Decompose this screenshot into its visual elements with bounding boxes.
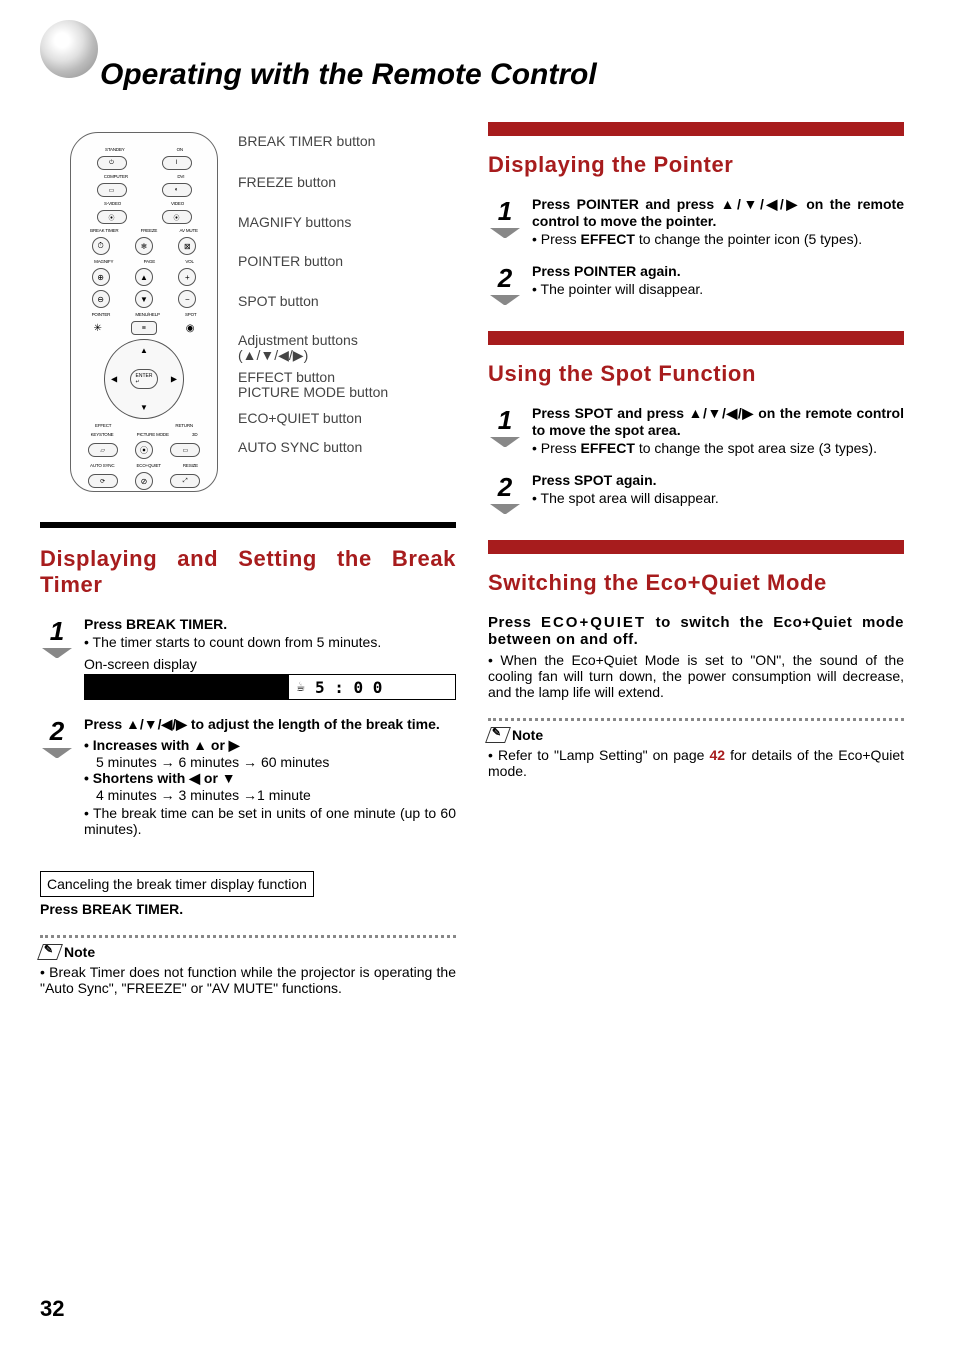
remote-illustration: STANDBYON ⏻I COMPUTERDVI ▭◐ S-VIDEOVIDEO… xyxy=(70,132,218,492)
callout-adjustment-arrows: (▲/▼/◀/▶) xyxy=(238,348,388,363)
eco-press-instruction: Press ECO+QUIET to switch the Eco+Quiet … xyxy=(488,614,904,648)
note-icon xyxy=(485,727,511,743)
osd-label: On-screen display xyxy=(84,656,456,672)
pointer-step1-instruction: Press POINTER and press ▲/▼/◀/▶ on the r… xyxy=(532,196,904,229)
callout-auto-sync: AUTO SYNC button xyxy=(238,440,388,455)
pointer-step2-instruction: Press POINTER again. xyxy=(532,263,904,279)
header-decorative-circle xyxy=(40,20,98,78)
pointer-step2-bullet: The pointer will disappear. xyxy=(532,281,904,297)
spot-step1-bullet: Press EFFECT to change the spot area siz… xyxy=(532,440,904,456)
step-number-icon: 1 xyxy=(488,196,522,234)
step-number-icon: 1 xyxy=(488,405,522,443)
step2-increase-head: • Increases with ▲ or ▶ xyxy=(84,737,456,754)
step2-increase-detail: 5 minutes → 6 minutes → 60 minutes xyxy=(96,754,456,770)
step-number-icon: 1 xyxy=(40,616,74,654)
pointer-step-1: 1 Press POINTER and press ▲/▼/◀/▶ on the… xyxy=(488,196,904,247)
section-heading-break-timer: Displaying and Setting the Break Timer xyxy=(40,546,456,598)
remote-callouts: BREAK TIMER button FREEZE button MAGNIFY… xyxy=(238,132,388,492)
note-separator xyxy=(40,935,456,938)
section-divider-red xyxy=(488,540,904,554)
spot-step-1: 1 Press SPOT and press ▲/▼/◀/▶ on the re… xyxy=(488,405,904,456)
note-heading: Note xyxy=(40,944,456,960)
pointer-step-2: 2 Press POINTER again. The pointer will … xyxy=(488,263,904,301)
callout-break-timer: BREAK TIMER button xyxy=(238,134,388,149)
section-heading-eco: Switching the Eco+Quiet Mode xyxy=(488,570,904,596)
section-divider-red xyxy=(488,122,904,136)
callout-magnify: MAGNIFY buttons xyxy=(238,215,388,230)
note-heading: Note xyxy=(488,727,904,743)
step2-decrease-head: • Shortens with ◀ or ▼ xyxy=(84,770,456,787)
cancel-box: Canceling the break timer display functi… xyxy=(40,871,314,897)
step-number-icon: 2 xyxy=(40,716,74,754)
step2-instruction: Press ▲/▼/◀/▶ to adjust the length of th… xyxy=(84,716,456,733)
step1-instruction: Press BREAK TIMER. xyxy=(84,616,456,632)
callout-pointer: POINTER button xyxy=(238,254,388,269)
step1-bullet: The timer starts to count down from 5 mi… xyxy=(84,634,456,650)
section-divider-red xyxy=(488,331,904,345)
step2-decrease-detail: 4 minutes → 3 minutes →1 minute xyxy=(96,787,456,803)
note-separator xyxy=(488,718,904,721)
spot-step1-instruction: Press SPOT and press ▲/▼/◀/▶ on the remo… xyxy=(532,405,904,438)
callout-spot: SPOT button xyxy=(238,294,388,309)
break-timer-step-1: 1 Press BREAK TIMER. The timer starts to… xyxy=(40,616,456,700)
note-body: Break Timer does not function while the … xyxy=(40,964,456,996)
section-heading-pointer: Displaying the Pointer xyxy=(488,152,904,178)
break-timer-step-2: 2 Press ▲/▼/◀/▶ to adjust the length of … xyxy=(40,716,456,837)
spot-step-2: 2 Press SPOT again. The spot area will d… xyxy=(488,472,904,510)
section-divider xyxy=(40,522,456,528)
pointer-step1-bullet: Press EFFECT to change the pointer icon … xyxy=(532,231,904,247)
callout-effect: EFFECT button xyxy=(238,370,388,385)
callout-eco-quiet: ECO+QUIET button xyxy=(238,411,388,426)
cancel-press-line: Press BREAK TIMER. xyxy=(40,901,456,917)
callout-freeze: FREEZE button xyxy=(238,175,388,190)
cup-icon: ☕ xyxy=(297,679,305,695)
timer-value: 5 : 0 0 xyxy=(315,678,382,697)
step-number-icon: 2 xyxy=(488,472,522,510)
page-reference-link[interactable]: 42 xyxy=(709,747,725,763)
on-screen-display: ☕ 5 : 0 0 xyxy=(84,674,456,700)
step-number-icon: 2 xyxy=(488,263,522,301)
right-column: Displaying the Pointer 1 Press POINTER a… xyxy=(488,122,904,996)
page-title: Operating with the Remote Control xyxy=(100,58,904,92)
page-number: 32 xyxy=(40,1296,64,1322)
eco-note-body: Refer to "Lamp Setting" on page 42 for d… xyxy=(488,747,904,779)
step2-units-note: The break time can be set in units of on… xyxy=(84,805,456,837)
eco-description: When the Eco+Quiet Mode is set to "ON", … xyxy=(488,652,904,700)
note-icon xyxy=(37,944,63,960)
callout-picture-mode: PICTURE MODE button xyxy=(238,385,388,400)
section-heading-spot: Using the Spot Function xyxy=(488,361,904,387)
callout-adjustment: Adjustment buttons xyxy=(238,333,388,348)
spot-step2-bullet: The spot area will disappear. xyxy=(532,490,904,506)
spot-step2-instruction: Press SPOT again. xyxy=(532,472,904,488)
left-column: STANDBYON ⏻I COMPUTERDVI ▭◐ S-VIDEOVIDEO… xyxy=(40,122,456,996)
